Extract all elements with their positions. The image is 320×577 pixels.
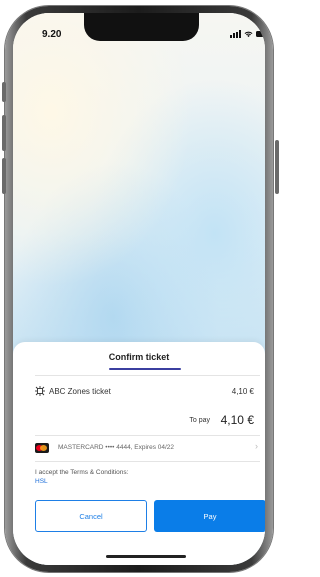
signal-icon [230,30,241,38]
mute-switch [2,82,6,102]
to-pay-amount: 4,10 € [220,413,254,427]
to-pay-label: To pay [189,417,210,424]
status-icons [230,30,265,38]
cancel-button[interactable]: Cancel [35,500,147,532]
notch [84,13,199,41]
mastercard-icon [35,443,49,453]
divider [35,435,260,436]
volume-down-button [2,158,6,194]
chevron-right-icon[interactable]: › [255,441,258,451]
terms-text: I accept the Terms & Conditions: [35,469,129,476]
volume-up-button [2,115,6,151]
terms-link[interactable]: HSL [35,478,48,485]
ticket-name: ABC Zones ticket [49,387,111,396]
battery-icon [256,31,265,37]
title-underline [109,368,181,370]
payment-method-text[interactable]: MASTERCARD •••• 4444, Expires 04/22 [58,444,174,451]
divider [35,461,260,462]
phone-screen: 9.20 Confirm ticket ABC Zones ticket 4,1… [13,13,265,565]
pay-button[interactable]: Pay [154,500,265,532]
confirm-ticket-sheet: Confirm ticket ABC Zones ticket 4,10 € T… [13,342,265,565]
ticket-price: 4,10 € [231,387,254,396]
status-time: 9.20 [42,29,62,40]
ticket-icon [35,386,45,396]
home-indicator [106,555,186,558]
power-button [275,140,279,194]
wifi-icon [244,31,253,38]
divider [35,375,260,376]
sheet-title: Confirm ticket [108,352,170,362]
